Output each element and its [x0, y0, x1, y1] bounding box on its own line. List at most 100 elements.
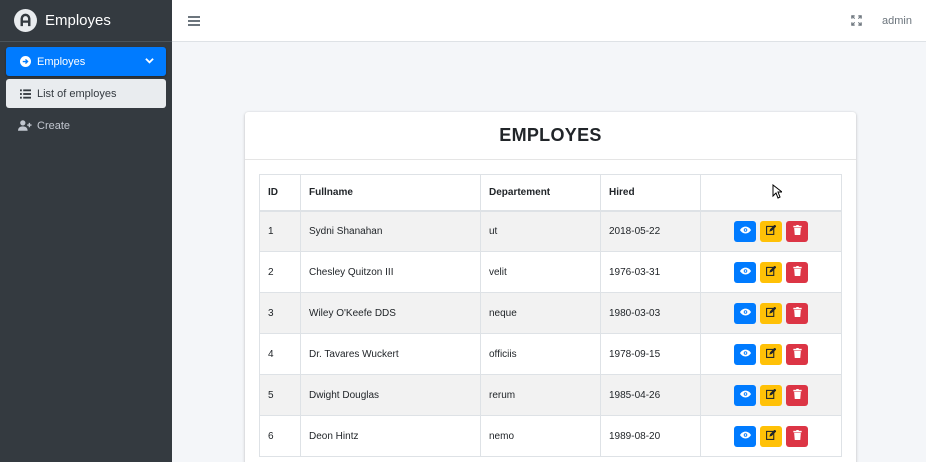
view-button[interactable]: [734, 343, 756, 365]
brand-title: Employes: [45, 12, 111, 29]
eye-icon: [739, 390, 751, 401]
edit-icon: [766, 306, 777, 320]
delete-button[interactable]: [786, 220, 808, 242]
delete-button[interactable]: [786, 302, 808, 324]
page-title: EMPLOYES: [499, 125, 602, 145]
cell-hired: 1980-03-03: [600, 292, 701, 334]
cell-department: neque: [480, 292, 601, 334]
eye-icon: [739, 308, 751, 319]
cell-department: nemo: [480, 415, 601, 457]
cell-id: 5: [259, 374, 301, 416]
sidebar-item-label: Employes: [37, 55, 86, 68]
edit-icon: [766, 265, 777, 279]
delete-button[interactable]: [786, 261, 808, 283]
column-header-id[interactable]: ID: [259, 174, 301, 212]
delete-button[interactable]: [786, 343, 808, 365]
employes-table: ID Fullname Departement Hired 1 Sydni Sha…: [259, 174, 842, 457]
view-button[interactable]: [734, 302, 756, 324]
cell-hired: 1976-03-31: [600, 251, 701, 293]
sidebar-item-list-of-employes[interactable]: List of employes: [6, 79, 166, 108]
cell-id: 6: [259, 415, 301, 457]
column-header-fullname[interactable]: Fullname: [300, 174, 481, 212]
app-logo-icon: [14, 9, 37, 32]
top-navbar: admin: [172, 0, 926, 42]
table-row: 4 Dr. Tavares Wuckert officiis 1978-09-15: [259, 333, 842, 375]
delete-button[interactable]: [786, 384, 808, 406]
table-row: 6 Deon Hintz nemo 1989-08-20: [259, 415, 842, 457]
edit-button[interactable]: [760, 343, 782, 365]
view-button[interactable]: [734, 220, 756, 242]
table-row: 1 Sydni Shanahan ut 2018-05-22: [259, 210, 842, 252]
cell-department: officiis: [480, 333, 601, 375]
brand-link[interactable]: Employes: [0, 0, 172, 42]
eye-icon: [739, 226, 751, 237]
cell-id: 2: [259, 251, 301, 293]
eye-icon: [739, 267, 751, 278]
cell-department: ut: [480, 210, 601, 252]
column-header-actions: [700, 174, 842, 212]
edit-button[interactable]: [760, 384, 782, 406]
trash-icon: [792, 388, 802, 402]
edit-button[interactable]: [760, 220, 782, 242]
view-button[interactable]: [734, 425, 756, 447]
table-row: 5 Dwight Douglas rerum 1985-04-26: [259, 374, 842, 416]
cell-fullname: Wiley O'Keefe DDS: [300, 292, 481, 334]
mouse-cursor-icon: [772, 183, 784, 204]
cell-fullname: Deon Hintz: [300, 415, 481, 457]
eye-icon: [739, 431, 751, 442]
cell-fullname: Dwight Douglas: [300, 374, 481, 416]
cell-id: 3: [259, 292, 301, 334]
column-header-hired[interactable]: Hired: [600, 174, 701, 212]
sidebar-item-employes[interactable]: Employes: [6, 47, 166, 76]
table-row: 2 Chesley Quitzon III velit 1976-03-31: [259, 251, 842, 293]
cell-actions: [700, 415, 842, 457]
cell-hired: 1989-08-20: [600, 415, 701, 457]
cell-department: rerum: [480, 374, 601, 416]
list-icon: [18, 88, 32, 99]
cell-actions: [700, 251, 842, 293]
edit-icon: [766, 429, 777, 443]
trash-icon: [792, 347, 802, 361]
trash-icon: [792, 306, 802, 320]
user-menu[interactable]: admin: [882, 15, 912, 27]
edit-button[interactable]: [760, 425, 782, 447]
cell-id: 4: [259, 333, 301, 375]
edit-icon: [766, 388, 777, 402]
sidebar-item-create[interactable]: Create: [6, 111, 166, 140]
cell-hired: 2018-05-22: [600, 210, 701, 252]
hamburger-menu-icon[interactable]: [188, 15, 200, 26]
table-header-row: ID Fullname Departement Hired: [259, 174, 842, 212]
user-plus-icon: [18, 120, 32, 131]
sidebar: Employes Employes List of employes Creat…: [0, 0, 172, 462]
sidebar-item-label: Create: [37, 119, 71, 132]
trash-icon: [792, 429, 802, 443]
cell-actions: [700, 210, 842, 252]
edit-icon: [766, 224, 777, 238]
cell-fullname: Sydni Shanahan: [300, 210, 481, 252]
card-header: EMPLOYES: [245, 112, 856, 160]
table-row: 3 Wiley O'Keefe DDS neque 1980-03-03: [259, 292, 842, 334]
eye-icon: [739, 349, 751, 360]
view-button[interactable]: [734, 261, 756, 283]
cell-actions: [700, 292, 842, 334]
edit-button[interactable]: [760, 261, 782, 283]
cell-fullname: Dr. Tavares Wuckert: [300, 333, 481, 375]
column-header-departement[interactable]: Departement: [480, 174, 601, 212]
trash-icon: [792, 224, 802, 238]
trash-icon: [792, 265, 802, 279]
view-button[interactable]: [734, 384, 756, 406]
cell-hired: 1978-09-15: [600, 333, 701, 375]
fullscreen-icon[interactable]: [851, 15, 862, 26]
cell-id: 1: [259, 210, 301, 252]
sidebar-nav: Employes List of employes Create: [0, 42, 172, 148]
cell-actions: [700, 374, 842, 416]
cell-fullname: Chesley Quitzon III: [300, 251, 481, 293]
employes-card: EMPLOYES ID Fullname Departement Hired 1…: [245, 112, 856, 462]
sidebar-item-label: List of employes: [37, 87, 117, 100]
edit-icon: [766, 347, 777, 361]
cell-hired: 1985-04-26: [600, 374, 701, 416]
delete-button[interactable]: [786, 425, 808, 447]
circle-arrow-right-icon: [18, 56, 32, 67]
edit-button[interactable]: [760, 302, 782, 324]
cell-actions: [700, 333, 842, 375]
